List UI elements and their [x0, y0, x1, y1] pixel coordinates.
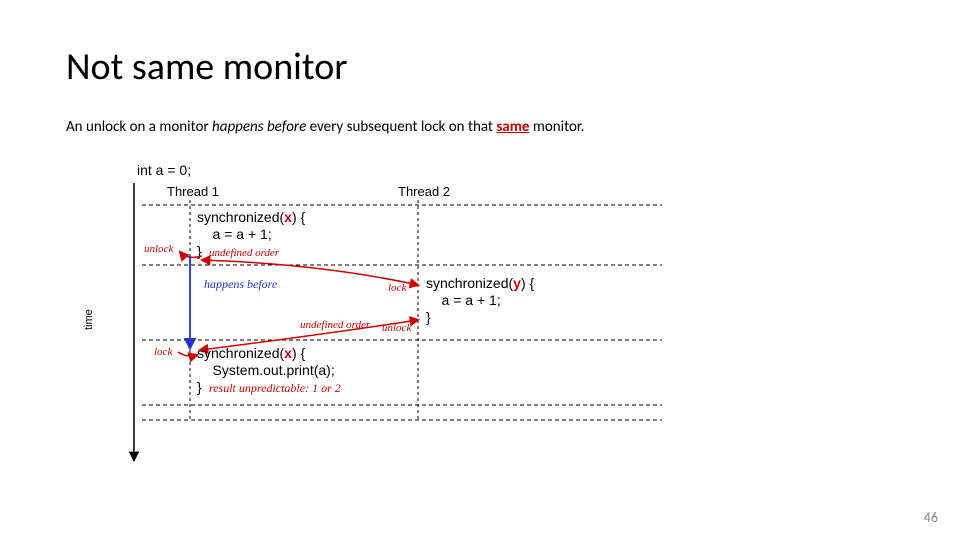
subtitle: An unlock on a monitor happens before ev… [66, 118, 584, 136]
subtitle-key: same [496, 118, 529, 136]
lock-label-1: lock [154, 346, 173, 358]
happens-before-label: happens before [204, 277, 278, 291]
t2b-l1a: synchronized( [426, 275, 513, 291]
t1b2-l1: synchronized(x) { [197, 345, 306, 361]
t2b-l1y: y [513, 275, 521, 291]
t2b-l1b: ) { [521, 275, 535, 291]
lock-label-2: lock [388, 282, 407, 294]
t2b-l3: } [426, 309, 431, 325]
t1b1-undef: undefined order [209, 247, 280, 259]
page-title: Not same monitor [66, 44, 348, 90]
t1b1-l1a: synchronized( [197, 209, 284, 225]
t1b1-l1x: x [284, 209, 292, 225]
unlock-label-1: unlock [144, 243, 174, 255]
t2b-l2: a = a + 1; [426, 292, 501, 308]
t1b1-l1: synchronized(x) { [197, 209, 306, 225]
t1b2-l1a: synchronized( [197, 345, 284, 361]
t1b1-l1b: ) { [292, 209, 306, 225]
subtitle-mid: every subsequent lock on that [306, 118, 496, 136]
monitor-diagram: int a = 0; time Thread 1 Thread 2 synchr… [82, 160, 782, 480]
t1b2-l1b: ) { [292, 345, 306, 361]
t1b2-l3: } [197, 379, 202, 395]
thread2-header: Thread 2 [398, 184, 450, 199]
subtitle-pre: An unlock on a monitor [66, 118, 212, 136]
thread1-header: Thread 1 [167, 184, 219, 199]
lock-arrow-icon [178, 352, 197, 356]
subtitle-emph: happens before [212, 118, 306, 136]
t1b1-l2: a = a + 1; [197, 226, 272, 242]
t1b2-result: result unpredictable: 1 or 2 [209, 381, 341, 395]
time-label: time [83, 309, 95, 330]
subtitle-post: monitor. [529, 118, 584, 136]
page-number: 46 [924, 509, 938, 526]
t1b2-l2: System.out.print(a); [197, 362, 335, 378]
t2b-l1: synchronized(y) { [426, 275, 535, 291]
t1b2-l1x: x [284, 345, 292, 361]
init-statement: int a = 0; [137, 162, 191, 178]
